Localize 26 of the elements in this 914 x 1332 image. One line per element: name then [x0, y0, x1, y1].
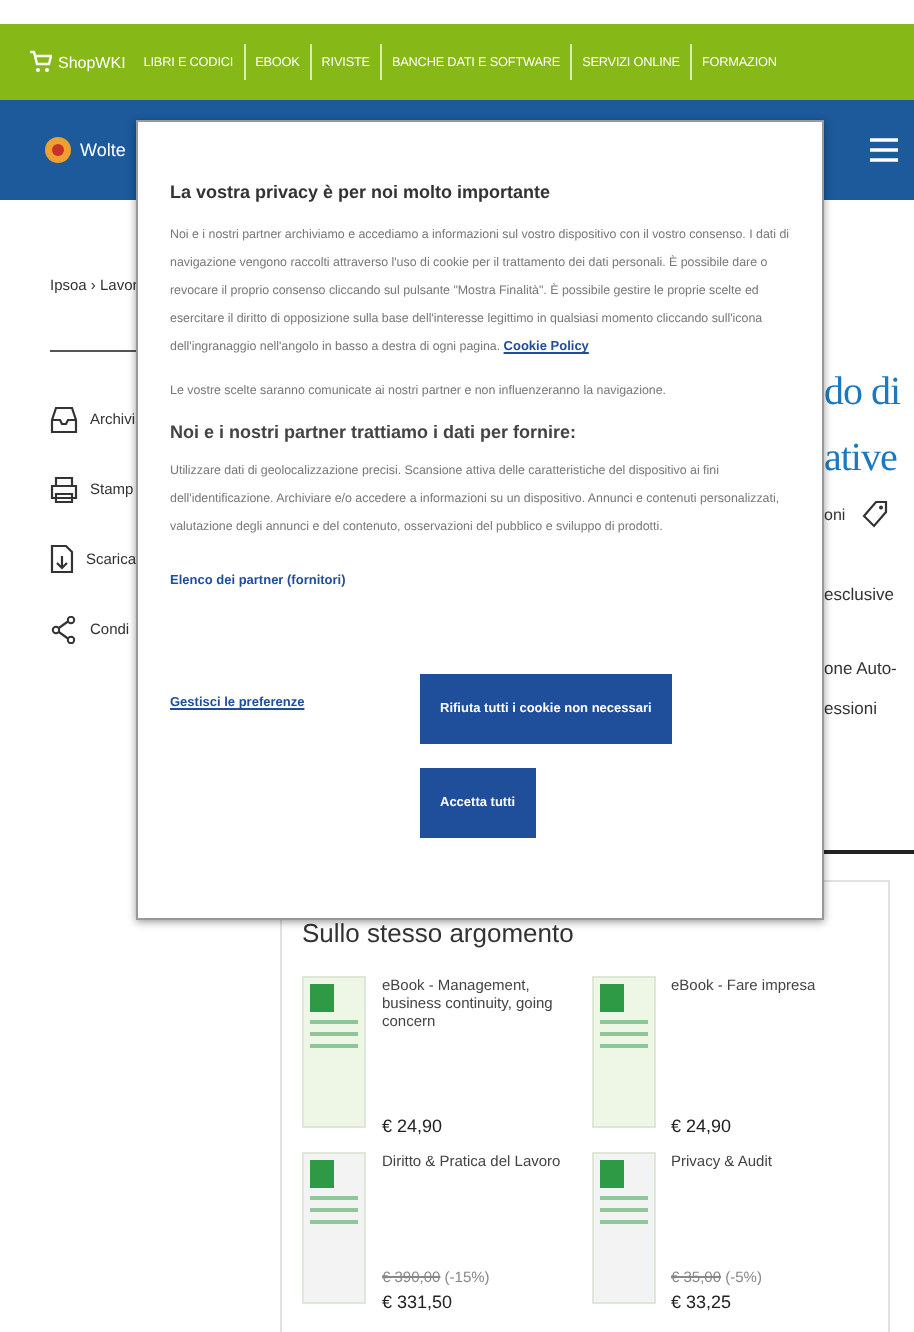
share-icon[interactable]	[50, 615, 78, 643]
inbox-icon[interactable]	[50, 405, 78, 433]
article-title: ative	[824, 434, 899, 484]
menu-icon[interactable]	[870, 138, 898, 162]
book-cover-drawing[interactable]	[302, 1152, 366, 1304]
cart-icon	[28, 50, 52, 74]
printer-icon[interactable]	[50, 475, 78, 503]
dialog-title: La vostra privacy è per noi molto importante	[170, 182, 553, 202]
article-text: essioni	[824, 696, 879, 722]
book-cover-drawing[interactable]	[591, 1152, 655, 1304]
tag-icon[interactable]	[861, 500, 890, 528]
section-title: Sullo stesso argomento	[302, 918, 576, 948]
logo-text: Wolte	[80, 140, 126, 160]
price: € 24,90	[671, 1116, 734, 1136]
logo-icon	[44, 136, 72, 164]
meta-text: oni	[824, 505, 846, 523]
price: € 331,50	[382, 1292, 455, 1312]
section-heading: Noi e i nostri partner trattiamo i dati per fornire:	[170, 422, 579, 442]
price: € 33,25	[671, 1292, 734, 1312]
article-text: esclusive	[824, 584, 896, 604]
article-text: one Auto-	[824, 656, 899, 682]
article-title: do di	[824, 368, 903, 418]
book-cover-drawing[interactable]	[302, 976, 366, 1128]
price: € 24,90	[382, 1116, 445, 1136]
book-cover-drawing[interactable]	[591, 976, 655, 1128]
file-download-icon[interactable]	[50, 544, 74, 574]
